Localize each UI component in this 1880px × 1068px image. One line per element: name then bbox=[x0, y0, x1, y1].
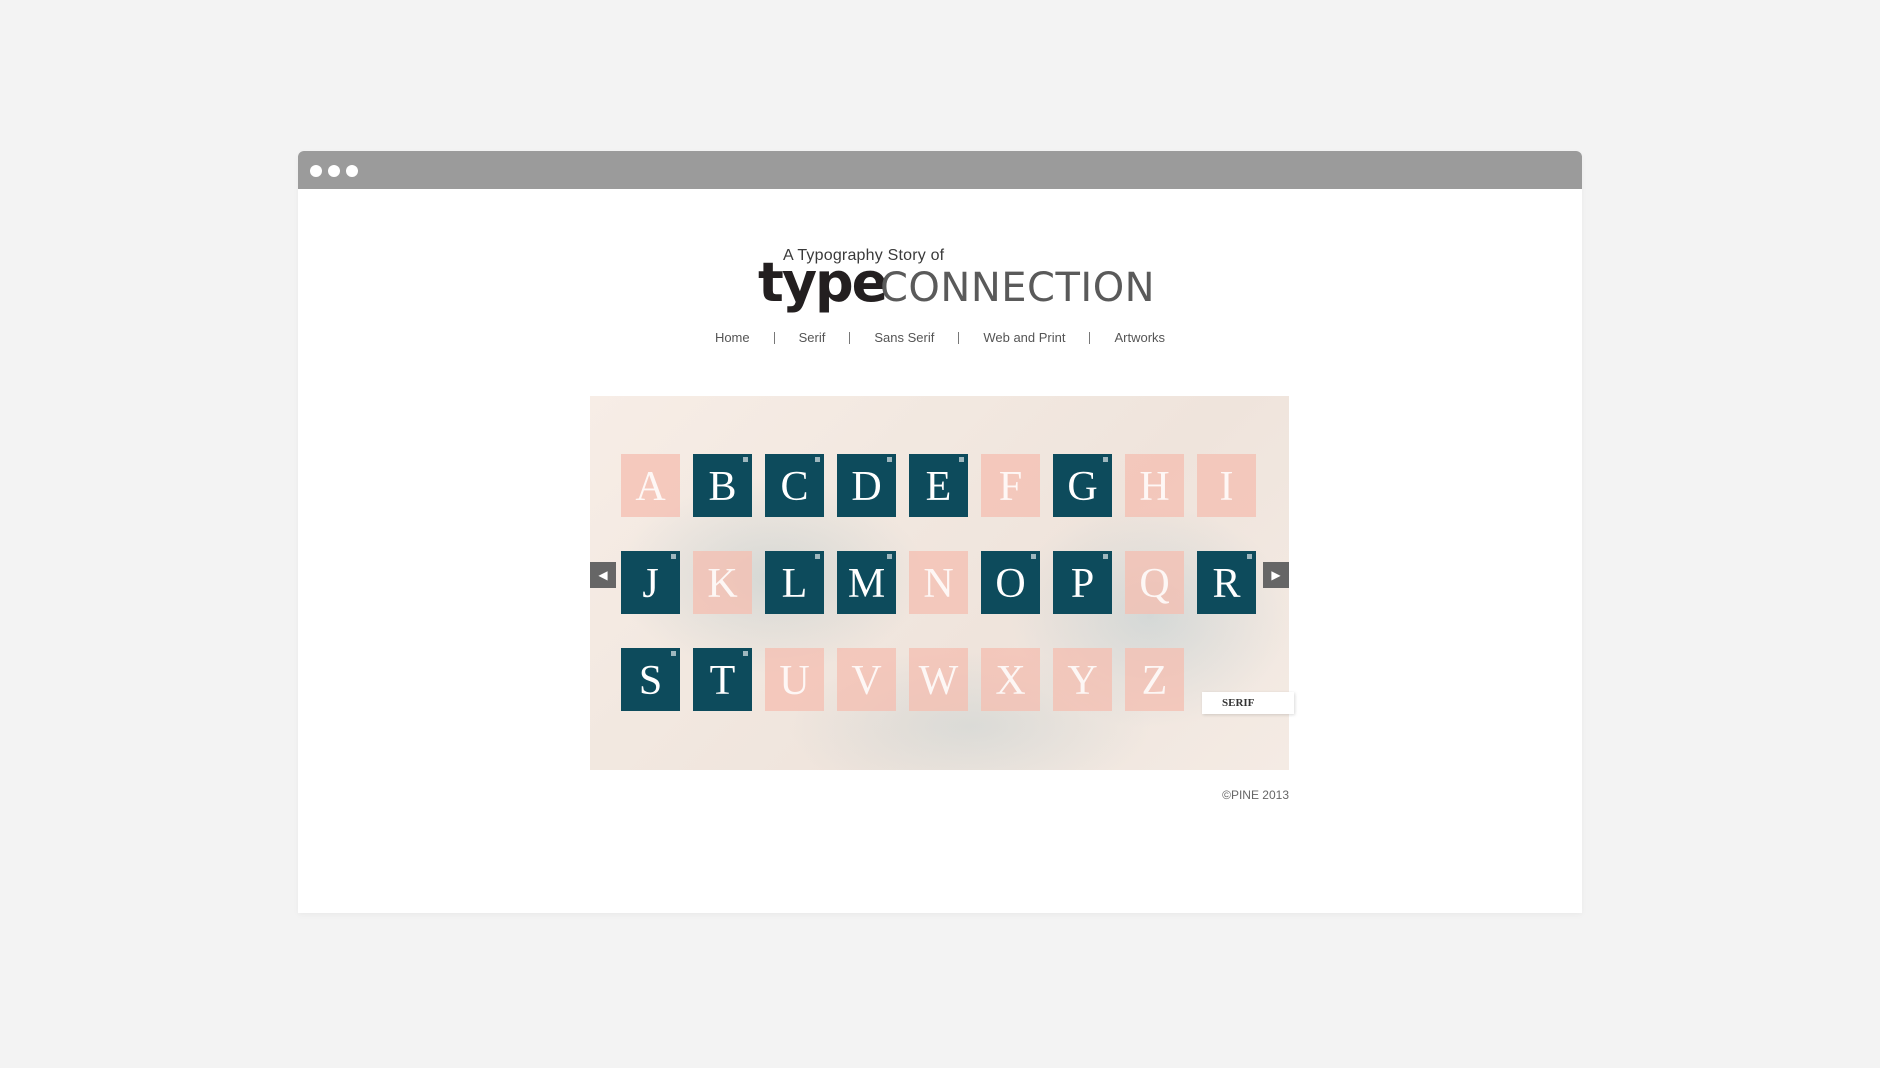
letter-tile-s[interactable]: S bbox=[621, 648, 680, 711]
letter-tile-i[interactable]: I bbox=[1197, 454, 1256, 517]
letter-tile-y[interactable]: Y bbox=[1053, 648, 1112, 711]
letter-glyph: Z bbox=[1141, 658, 1168, 704]
letter-tile-q[interactable]: Q bbox=[1125, 551, 1184, 614]
logo-word-type: type bbox=[758, 251, 888, 314]
letter-tile-e[interactable]: E bbox=[909, 454, 968, 517]
letter-tile-m[interactable]: M bbox=[837, 551, 896, 614]
letter-glyph: K bbox=[707, 561, 738, 607]
tile-corner-icon bbox=[671, 651, 676, 656]
letter-tile-g[interactable]: G bbox=[1053, 454, 1112, 517]
letter-glyph: D bbox=[851, 464, 882, 510]
letter-glyph: S bbox=[638, 658, 663, 704]
tile-corner-icon bbox=[887, 554, 892, 559]
letter-tile-k[interactable]: K bbox=[693, 551, 752, 614]
main-nav: Home Serif Sans Serif Web and Print Artw… bbox=[298, 330, 1582, 345]
letter-glyph: F bbox=[998, 464, 1023, 510]
letter-tile-h[interactable]: H bbox=[1125, 454, 1184, 517]
tile-corner-icon bbox=[1247, 554, 1252, 559]
tile-corner-icon bbox=[815, 554, 820, 559]
letter-tile-f[interactable]: F bbox=[981, 454, 1040, 517]
copyright-text: ©PINE 2013 bbox=[1222, 788, 1289, 802]
letter-tile-n[interactable]: N bbox=[909, 551, 968, 614]
letter-glyph: R bbox=[1212, 561, 1241, 607]
letter-tile-p[interactable]: P bbox=[1053, 551, 1112, 614]
window-dot-icon[interactable] bbox=[310, 165, 322, 177]
browser-window: A Typography Story of type CONNECTION Ho… bbox=[298, 151, 1582, 913]
tile-corner-icon bbox=[743, 651, 748, 656]
letter-tile-u[interactable]: U bbox=[765, 648, 824, 711]
next-arrow-icon[interactable]: ▶ bbox=[1263, 562, 1289, 588]
letter-glyph: E bbox=[925, 464, 952, 510]
window-dot-icon[interactable] bbox=[346, 165, 358, 177]
tile-corner-icon bbox=[1031, 554, 1036, 559]
letter-tile-v[interactable]: V bbox=[837, 648, 896, 711]
nav-web-and-print[interactable]: Web and Print bbox=[983, 330, 1065, 345]
nav-separator bbox=[958, 331, 960, 344]
letter-glyph: Q bbox=[1139, 561, 1170, 607]
tile-corner-icon bbox=[815, 457, 820, 462]
letter-glyph: W bbox=[918, 658, 959, 704]
nav-serif[interactable]: Serif bbox=[799, 330, 826, 345]
letter-glyph: O bbox=[995, 561, 1026, 607]
letter-glyph: J bbox=[642, 561, 659, 607]
letter-glyph: U bbox=[779, 658, 810, 704]
letter-glyph: X bbox=[995, 658, 1026, 704]
logo-word-connection: CONNECTION bbox=[880, 265, 1156, 311]
prev-arrow-icon[interactable]: ◀ bbox=[590, 562, 616, 588]
letter-glyph: G bbox=[1067, 464, 1098, 510]
nav-home[interactable]: Home bbox=[715, 330, 750, 345]
letter-tile-w[interactable]: W bbox=[909, 648, 968, 711]
tile-corner-icon bbox=[1103, 457, 1108, 462]
tile-corner-icon bbox=[671, 554, 676, 559]
window-dot-icon[interactable] bbox=[328, 165, 340, 177]
site-logo[interactable]: A Typography Story of type CONNECTION bbox=[758, 247, 1178, 317]
letter-tile-c[interactable]: C bbox=[765, 454, 824, 517]
letter-tile-d[interactable]: D bbox=[837, 454, 896, 517]
letter-glyph: N bbox=[923, 561, 954, 607]
letter-glyph: T bbox=[709, 658, 736, 704]
letter-glyph: V bbox=[851, 658, 882, 704]
nav-artworks[interactable]: Artworks bbox=[1114, 330, 1165, 345]
letter-tile-r[interactable]: R bbox=[1197, 551, 1256, 614]
letter-glyph: L bbox=[781, 561, 808, 607]
letter-glyph: M bbox=[847, 561, 886, 607]
tile-corner-icon bbox=[887, 457, 892, 462]
letter-tile-l[interactable]: L bbox=[765, 551, 824, 614]
letter-glyph: C bbox=[780, 464, 809, 510]
tile-corner-icon bbox=[743, 457, 748, 462]
letter-tile-o[interactable]: O bbox=[981, 551, 1040, 614]
letter-tile-x[interactable]: X bbox=[981, 648, 1040, 711]
nav-separator bbox=[849, 331, 851, 344]
category-tag: SERIF bbox=[1202, 692, 1294, 714]
letter-glyph: Y bbox=[1067, 658, 1098, 704]
letter-tile-b[interactable]: B bbox=[693, 454, 752, 517]
letter-glyph: P bbox=[1070, 561, 1095, 607]
alphabet-grid: ABCDEFGH I J KLMNOPQR STUVWXYZ bbox=[590, 396, 1289, 770]
tile-corner-icon bbox=[1103, 554, 1108, 559]
nav-separator bbox=[773, 331, 775, 344]
letter-glyph: H bbox=[1139, 464, 1170, 510]
letter-glyph: B bbox=[708, 464, 737, 510]
nav-sans-serif[interactable]: Sans Serif bbox=[874, 330, 934, 345]
letter-tile-z[interactable]: Z bbox=[1125, 648, 1184, 711]
letter-glyph: A bbox=[635, 464, 666, 510]
nav-separator bbox=[1089, 331, 1091, 344]
tile-corner-icon bbox=[959, 457, 964, 462]
letter-tile-j[interactable]: J bbox=[621, 551, 680, 614]
letter-glyph: I bbox=[1219, 464, 1234, 510]
letter-tile-t[interactable]: T bbox=[693, 648, 752, 711]
browser-titlebar bbox=[298, 151, 1582, 189]
letter-tile-a[interactable]: A bbox=[621, 454, 680, 517]
